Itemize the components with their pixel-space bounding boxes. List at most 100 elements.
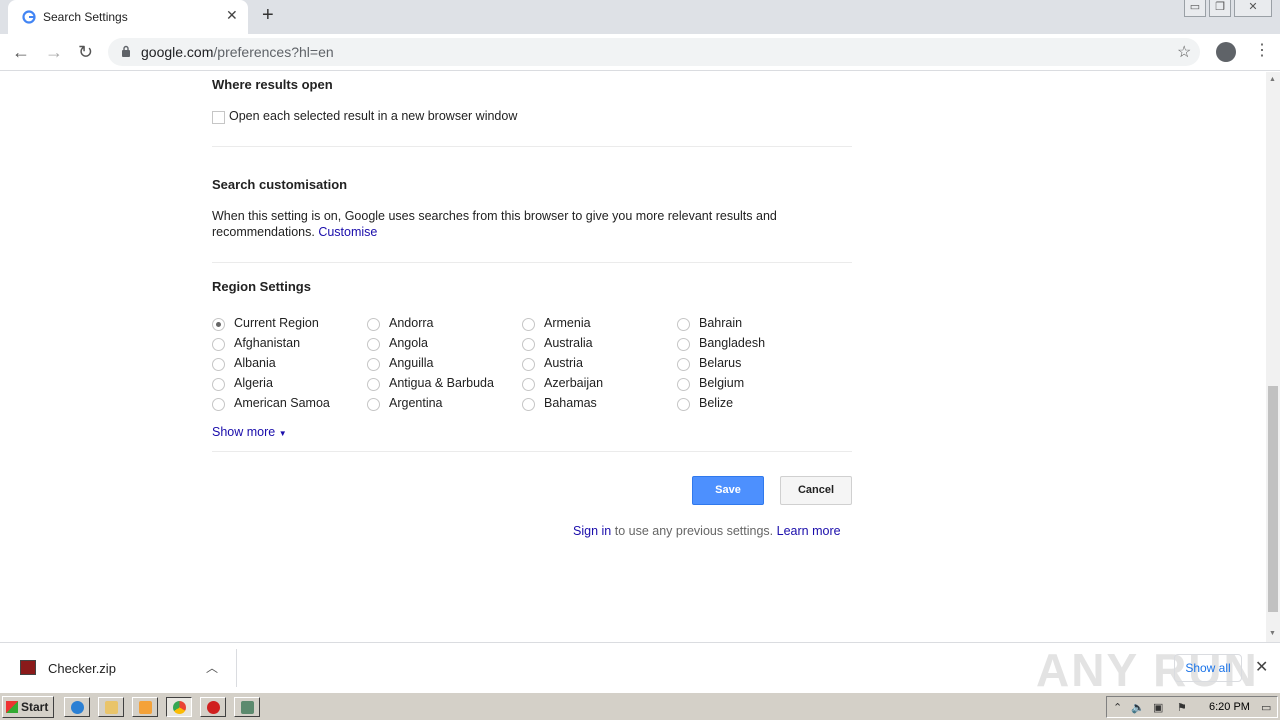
app-taskbar-icon[interactable]: [234, 697, 260, 717]
region-label[interactable]: Angola: [389, 336, 428, 350]
start-button[interactable]: Start: [2, 696, 54, 718]
forward-icon[interactable]: →: [45, 42, 63, 63]
region-label[interactable]: Current Region: [234, 316, 319, 330]
region-radio[interactable]: [677, 378, 690, 391]
search-customisation-heading: Search customisation: [212, 177, 348, 192]
region-label[interactable]: Bahrain: [699, 316, 742, 330]
region-radio[interactable]: [212, 398, 225, 411]
region-radio[interactable]: [677, 338, 690, 351]
search-customisation-description: When this setting is on, Google uses sea…: [212, 209, 777, 223]
profile-icon[interactable]: [1216, 42, 1236, 62]
show-desktop-icon[interactable]: ▭: [1261, 701, 1271, 714]
flag-icon[interactable]: ⚑: [1177, 701, 1187, 714]
sign-in-link[interactable]: Sign in: [573, 524, 611, 538]
google-g-icon: [22, 10, 36, 24]
url-text: google.com/preferences?hl=en: [141, 44, 334, 60]
region-label[interactable]: Argentina: [389, 396, 443, 410]
customise-link[interactable]: Customise: [318, 225, 377, 239]
tray-expand-icon[interactable]: ⌃: [1113, 701, 1122, 714]
system-tray: ⌃ 🔈 ▣ ⚑ 6:20 PM ▭: [1106, 696, 1278, 718]
download-separator: [236, 649, 237, 687]
page-scrollbar[interactable]: ▲ ▼: [1266, 72, 1280, 642]
cancel-button[interactable]: Cancel: [780, 476, 852, 505]
settings-content: Where results open Open each selected re…: [0, 72, 1266, 642]
close-window-button[interactable]: ✕: [1234, 0, 1272, 17]
region-radio[interactable]: [212, 358, 225, 371]
region-label[interactable]: Albania: [234, 356, 276, 370]
show-more-link[interactable]: Show more ▼: [212, 425, 287, 439]
region-label[interactable]: Antigua & Barbuda: [389, 376, 494, 390]
clock: 6:20 PM: [1209, 701, 1250, 713]
reload-icon[interactable]: ↻: [78, 42, 93, 63]
chevron-up-icon[interactable]: ︿: [206, 659, 218, 676]
menu-icon[interactable]: ⋮: [1254, 40, 1270, 60]
region-radio[interactable]: [212, 318, 225, 331]
region-radio[interactable]: [677, 398, 690, 411]
region-radio[interactable]: [367, 398, 380, 411]
download-file-name[interactable]: Checker.zip: [48, 661, 116, 676]
scroll-up-icon[interactable]: ▲: [1269, 76, 1276, 83]
region-label[interactable]: Bahamas: [544, 396, 597, 410]
media-player-taskbar-icon[interactable]: [132, 697, 158, 717]
scroll-thumb[interactable]: [1268, 386, 1278, 612]
volume-icon[interactable]: 🔈: [1131, 701, 1145, 714]
sign-in-note: Sign in to use any previous settings. Le…: [573, 524, 841, 538]
region-label[interactable]: Australia: [544, 336, 593, 350]
windows-taskbar: Start ⌃ 🔈 ▣ ⚑ 6:20 PM ▭: [0, 692, 1280, 720]
region-label[interactable]: Afghanistan: [234, 336, 300, 350]
save-button[interactable]: Save: [692, 476, 764, 505]
region-label[interactable]: Andorra: [389, 316, 433, 330]
region-radio[interactable]: [522, 398, 535, 411]
region-radio[interactable]: [367, 338, 380, 351]
download-bar: Checker.zip ︿ ANY RUN Show all ✕: [0, 642, 1280, 696]
region-label[interactable]: Belgium: [699, 376, 744, 390]
tab-search-settings[interactable]: Search Settings ✕: [8, 0, 248, 34]
scroll-down-icon[interactable]: ▼: [1269, 630, 1276, 637]
region-radio[interactable]: [522, 378, 535, 391]
region-radio[interactable]: [522, 358, 535, 371]
region-radio[interactable]: [367, 318, 380, 331]
region-label[interactable]: Algeria: [234, 376, 273, 390]
new-tab-icon[interactable]: +: [262, 4, 274, 27]
region-label[interactable]: Anguilla: [389, 356, 433, 370]
opera-taskbar-icon[interactable]: [200, 697, 226, 717]
region-label[interactable]: Belize: [699, 396, 733, 410]
region-label[interactable]: Bangladesh: [699, 336, 765, 350]
region-settings-heading: Region Settings: [212, 279, 311, 294]
learn-more-link[interactable]: Learn more: [777, 524, 841, 538]
region-radio[interactable]: [367, 358, 380, 371]
search-customisation-description-2: recommendations. Customise: [212, 225, 378, 239]
region-label[interactable]: Austria: [544, 356, 583, 370]
tab-title: Search Settings: [43, 10, 128, 24]
minimize-button[interactable]: ▭: [1184, 0, 1206, 17]
region-radio[interactable]: [522, 338, 535, 351]
divider: [212, 262, 852, 263]
lock-icon: [122, 45, 130, 57]
browser-toolbar: ← → ↻ google.com/preferences?hl=en ☆ ⋮: [0, 34, 1280, 71]
region-radio[interactable]: [522, 318, 535, 331]
windows-flag-icon: [6, 701, 18, 713]
region-label[interactable]: Armenia: [544, 316, 591, 330]
region-radio[interactable]: [677, 358, 690, 371]
ie-taskbar-icon[interactable]: [64, 697, 90, 717]
close-download-bar-icon[interactable]: ✕: [1255, 657, 1268, 677]
tab-close-icon[interactable]: ✕: [226, 7, 238, 24]
back-icon[interactable]: ←: [12, 42, 30, 63]
region-radio[interactable]: [367, 378, 380, 391]
bookmark-star-icon[interactable]: ☆: [1177, 42, 1191, 62]
region-label[interactable]: Azerbaijan: [544, 376, 603, 390]
chrome-taskbar-icon[interactable]: [166, 697, 192, 717]
network-icon[interactable]: ▣: [1153, 701, 1163, 714]
region-label[interactable]: American Samoa: [234, 396, 330, 410]
new-window-checkbox[interactable]: [212, 111, 225, 124]
show-all-button[interactable]: Show all: [1174, 654, 1242, 682]
region-radio[interactable]: [677, 318, 690, 331]
explorer-taskbar-icon[interactable]: [98, 697, 124, 717]
address-bar[interactable]: google.com/preferences?hl=en ☆: [108, 38, 1200, 66]
region-radio[interactable]: [212, 378, 225, 391]
divider: [212, 146, 852, 147]
region-radio[interactable]: [212, 338, 225, 351]
region-label[interactable]: Belarus: [699, 356, 741, 370]
where-results-open-heading: Where results open: [212, 77, 333, 92]
restore-button[interactable]: ❐: [1209, 0, 1231, 17]
